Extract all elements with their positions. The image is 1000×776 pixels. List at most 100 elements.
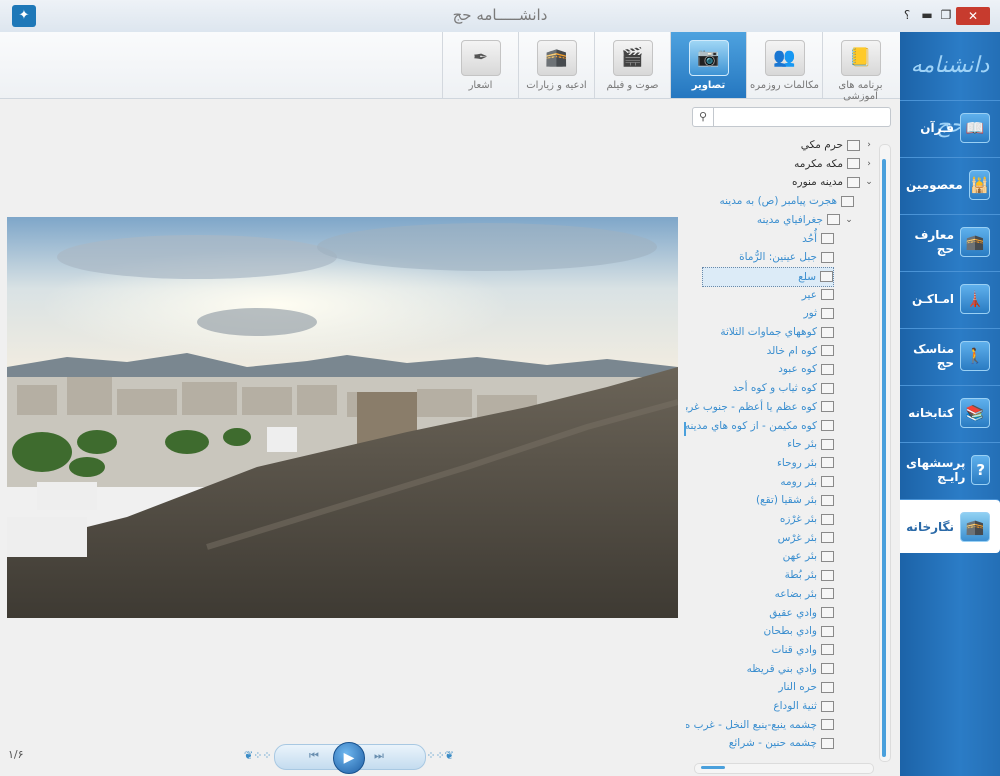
tree-item[interactable]: مدينه منوره ⌄ [792, 173, 874, 191]
tree-item[interactable]: چشمه حنين - شرائع [729, 734, 834, 752]
tree-item-label: چشمه حنين - شرائع [728, 737, 817, 750]
tree-item[interactable]: بئر بضاعه [775, 585, 834, 603]
tree-item[interactable]: حرم مكي › [801, 136, 874, 154]
tree-item[interactable]: ثور [804, 304, 834, 322]
tab-camera[interactable]: 📷 تصاویر [670, 32, 746, 98]
image-icon [821, 513, 834, 525]
pilgrim-icon: 🚶 [960, 340, 990, 371]
tab-label: ادعیه و زیارات [526, 80, 587, 91]
tree-vertical-scrollbar[interactable] [879, 144, 891, 762]
photo-image [7, 217, 678, 618]
gallery-icon: 🕋 [960, 511, 990, 542]
main-sidebar: دانشنامه حج قـرآن 📖 معصومین 🕌 معارف حج 🕋 امـاک… [900, 32, 1000, 776]
slideshow-player: ❦⁘⁘ ⏮ ▶ ⏭ ⁘⁘❦ [244, 742, 454, 774]
tree-item[interactable]: سلع [702, 266, 834, 287]
image-icon [821, 700, 834, 712]
tree-item-label: حره النار [778, 681, 817, 694]
tree-item[interactable]: ثنية الوداع [773, 697, 834, 715]
tab-conversation[interactable]: 👥 مکالمات روزمره [746, 32, 822, 98]
tree-item[interactable]: كوه ثياب و كوه أحد [733, 379, 834, 397]
tree-item[interactable]: هجرت پيامبر (ص) به مدينه [719, 192, 854, 210]
image-icon [821, 476, 834, 488]
image-icon [821, 663, 834, 675]
mosque-icon: 🕌 [968, 169, 990, 200]
tab-label: اشعار [468, 80, 493, 91]
image-icon [821, 494, 834, 506]
tab-quill-book[interactable]: ✒ اشعار [442, 32, 518, 98]
sidebar-item-pilgrim[interactable]: مناسک حج 🚶 [900, 328, 1000, 382]
tree-item[interactable]: بئر غرْس [778, 529, 834, 547]
tab-prayer[interactable]: 🕋 ادعیه و زیارات [518, 32, 594, 98]
tree-item[interactable]: وادي بني قريظه [747, 660, 834, 678]
tree-item[interactable]: كوه مكيمن - از كوه هاي مدينه [686, 417, 834, 435]
tree-item[interactable]: عير [802, 286, 834, 304]
help-button[interactable]: ؟ [898, 8, 916, 22]
image-icon [821, 326, 834, 338]
chevron-collapsed-icon[interactable]: › [864, 140, 874, 150]
sidebar-item-label: امـاکـن [911, 291, 954, 306]
tree-item[interactable]: كوه عبود [778, 360, 834, 378]
tree-vertical-scroll-thumb[interactable] [882, 159, 886, 757]
sidebar-item-mosque[interactable]: معصومین 🕌 [900, 157, 1000, 211]
sidebar-item-question[interactable]: پرسشهای رایـج? [900, 442, 1000, 496]
chevron-down-icon[interactable]: ⌄ [864, 177, 874, 187]
sidebar-logo: دانشنامه حج [910, 53, 990, 138]
tree-item[interactable]: كوه عظم يا أعظم - جنوب غربي [686, 398, 834, 416]
tree-item-label: وادي عقيق [769, 606, 817, 619]
image-icon [821, 588, 834, 600]
tree-item[interactable]: بئر شقيا (تقع) [756, 491, 834, 509]
mountain-photo[interactable] [7, 217, 678, 618]
tree-item[interactable]: كوههاي جماوات الثلاثة [720, 323, 834, 341]
tree-item-label: بئر شقيا (تقع) [755, 494, 817, 507]
sidebar-item-gallery[interactable]: نگارخانه 🕋 [900, 499, 1000, 553]
image-icon [821, 681, 834, 693]
image-icon [821, 307, 834, 319]
tree-item[interactable]: بئر غرْزه [780, 510, 834, 528]
tree-item[interactable]: وادي قنات [772, 641, 834, 659]
sidebar-item-library[interactable]: کتابخانه 📚 [900, 385, 1000, 439]
tree-item[interactable]: چشمه ينبع-ينبع النخل - غرب ه [686, 716, 834, 734]
maximize-button[interactable]: ❐ [937, 8, 955, 22]
tree-item[interactable]: أُحُد [802, 230, 834, 248]
previous-button[interactable]: ⏮ [309, 749, 319, 763]
library-icon: 📚 [960, 397, 990, 428]
tree-item[interactable]: بئر حاء [787, 435, 834, 453]
sidebar-item-quran-book[interactable]: قـرآن 📖 [900, 100, 1000, 154]
tree-item[interactable]: حره النار [778, 678, 834, 696]
sidebar-item-kaaba[interactable]: معارف حج 🕋 [900, 214, 1000, 268]
sidebar-item-minaret[interactable]: امـاکـن 🗼 [900, 271, 1000, 325]
minimize-button[interactable]: ▬ [918, 8, 936, 22]
image-icon [821, 363, 834, 375]
tab-notebook[interactable]: 📒 برنامه های آموزشی [822, 32, 898, 102]
sidebar-item-label: کتابخانه [908, 405, 954, 420]
tree-item[interactable]: بئر عهن [783, 547, 834, 565]
sidebar-item-label: پرسشهای رایـج [906, 455, 966, 484]
window-title: دانشـــــامه حج [452, 6, 548, 24]
chevron-collapsed-icon[interactable]: › [864, 159, 874, 169]
tree-item[interactable]: بئر روحاء [777, 454, 834, 472]
image-icon [821, 644, 834, 656]
play-button[interactable]: ▶ [333, 742, 365, 774]
tree-horizontal-scrollbar[interactable] [694, 763, 874, 774]
tree-item[interactable]: كوه ام خالد [767, 342, 834, 360]
tree-item[interactable]: مكه مكرمه › [794, 155, 874, 173]
tree-item[interactable]: بئر رومه [780, 473, 834, 491]
tree-item[interactable]: وادي بطحان [764, 622, 834, 640]
tree-horizontal-scroll-thumb[interactable] [701, 766, 725, 769]
tab-film[interactable]: 🎬 صوت و فیلم [594, 32, 670, 98]
image-icon [827, 214, 840, 226]
tree-item-label: سلع [798, 270, 816, 283]
close-button[interactable]: ✕ [956, 7, 990, 25]
image-icon [821, 289, 834, 301]
tree-item[interactable]: جغرافياي مدينه ⌄ [757, 211, 854, 229]
search-icon[interactable]: ⚲ [693, 108, 714, 126]
tree-item[interactable]: وادي عقيق [769, 604, 834, 622]
tree-item[interactable]: بئر بُطة [785, 566, 834, 584]
ornament-right-icon: ⁘⁘❦ [426, 749, 454, 762]
chevron-down-icon[interactable]: ⌄ [844, 215, 854, 225]
search-input[interactable] [717, 109, 891, 127]
sidebar-item-label: معصومین [906, 177, 963, 192]
image-icon [821, 401, 834, 413]
next-button[interactable]: ⏭ [374, 749, 384, 763]
tree-item[interactable]: جبل عينين: الرُّماة [739, 248, 834, 266]
